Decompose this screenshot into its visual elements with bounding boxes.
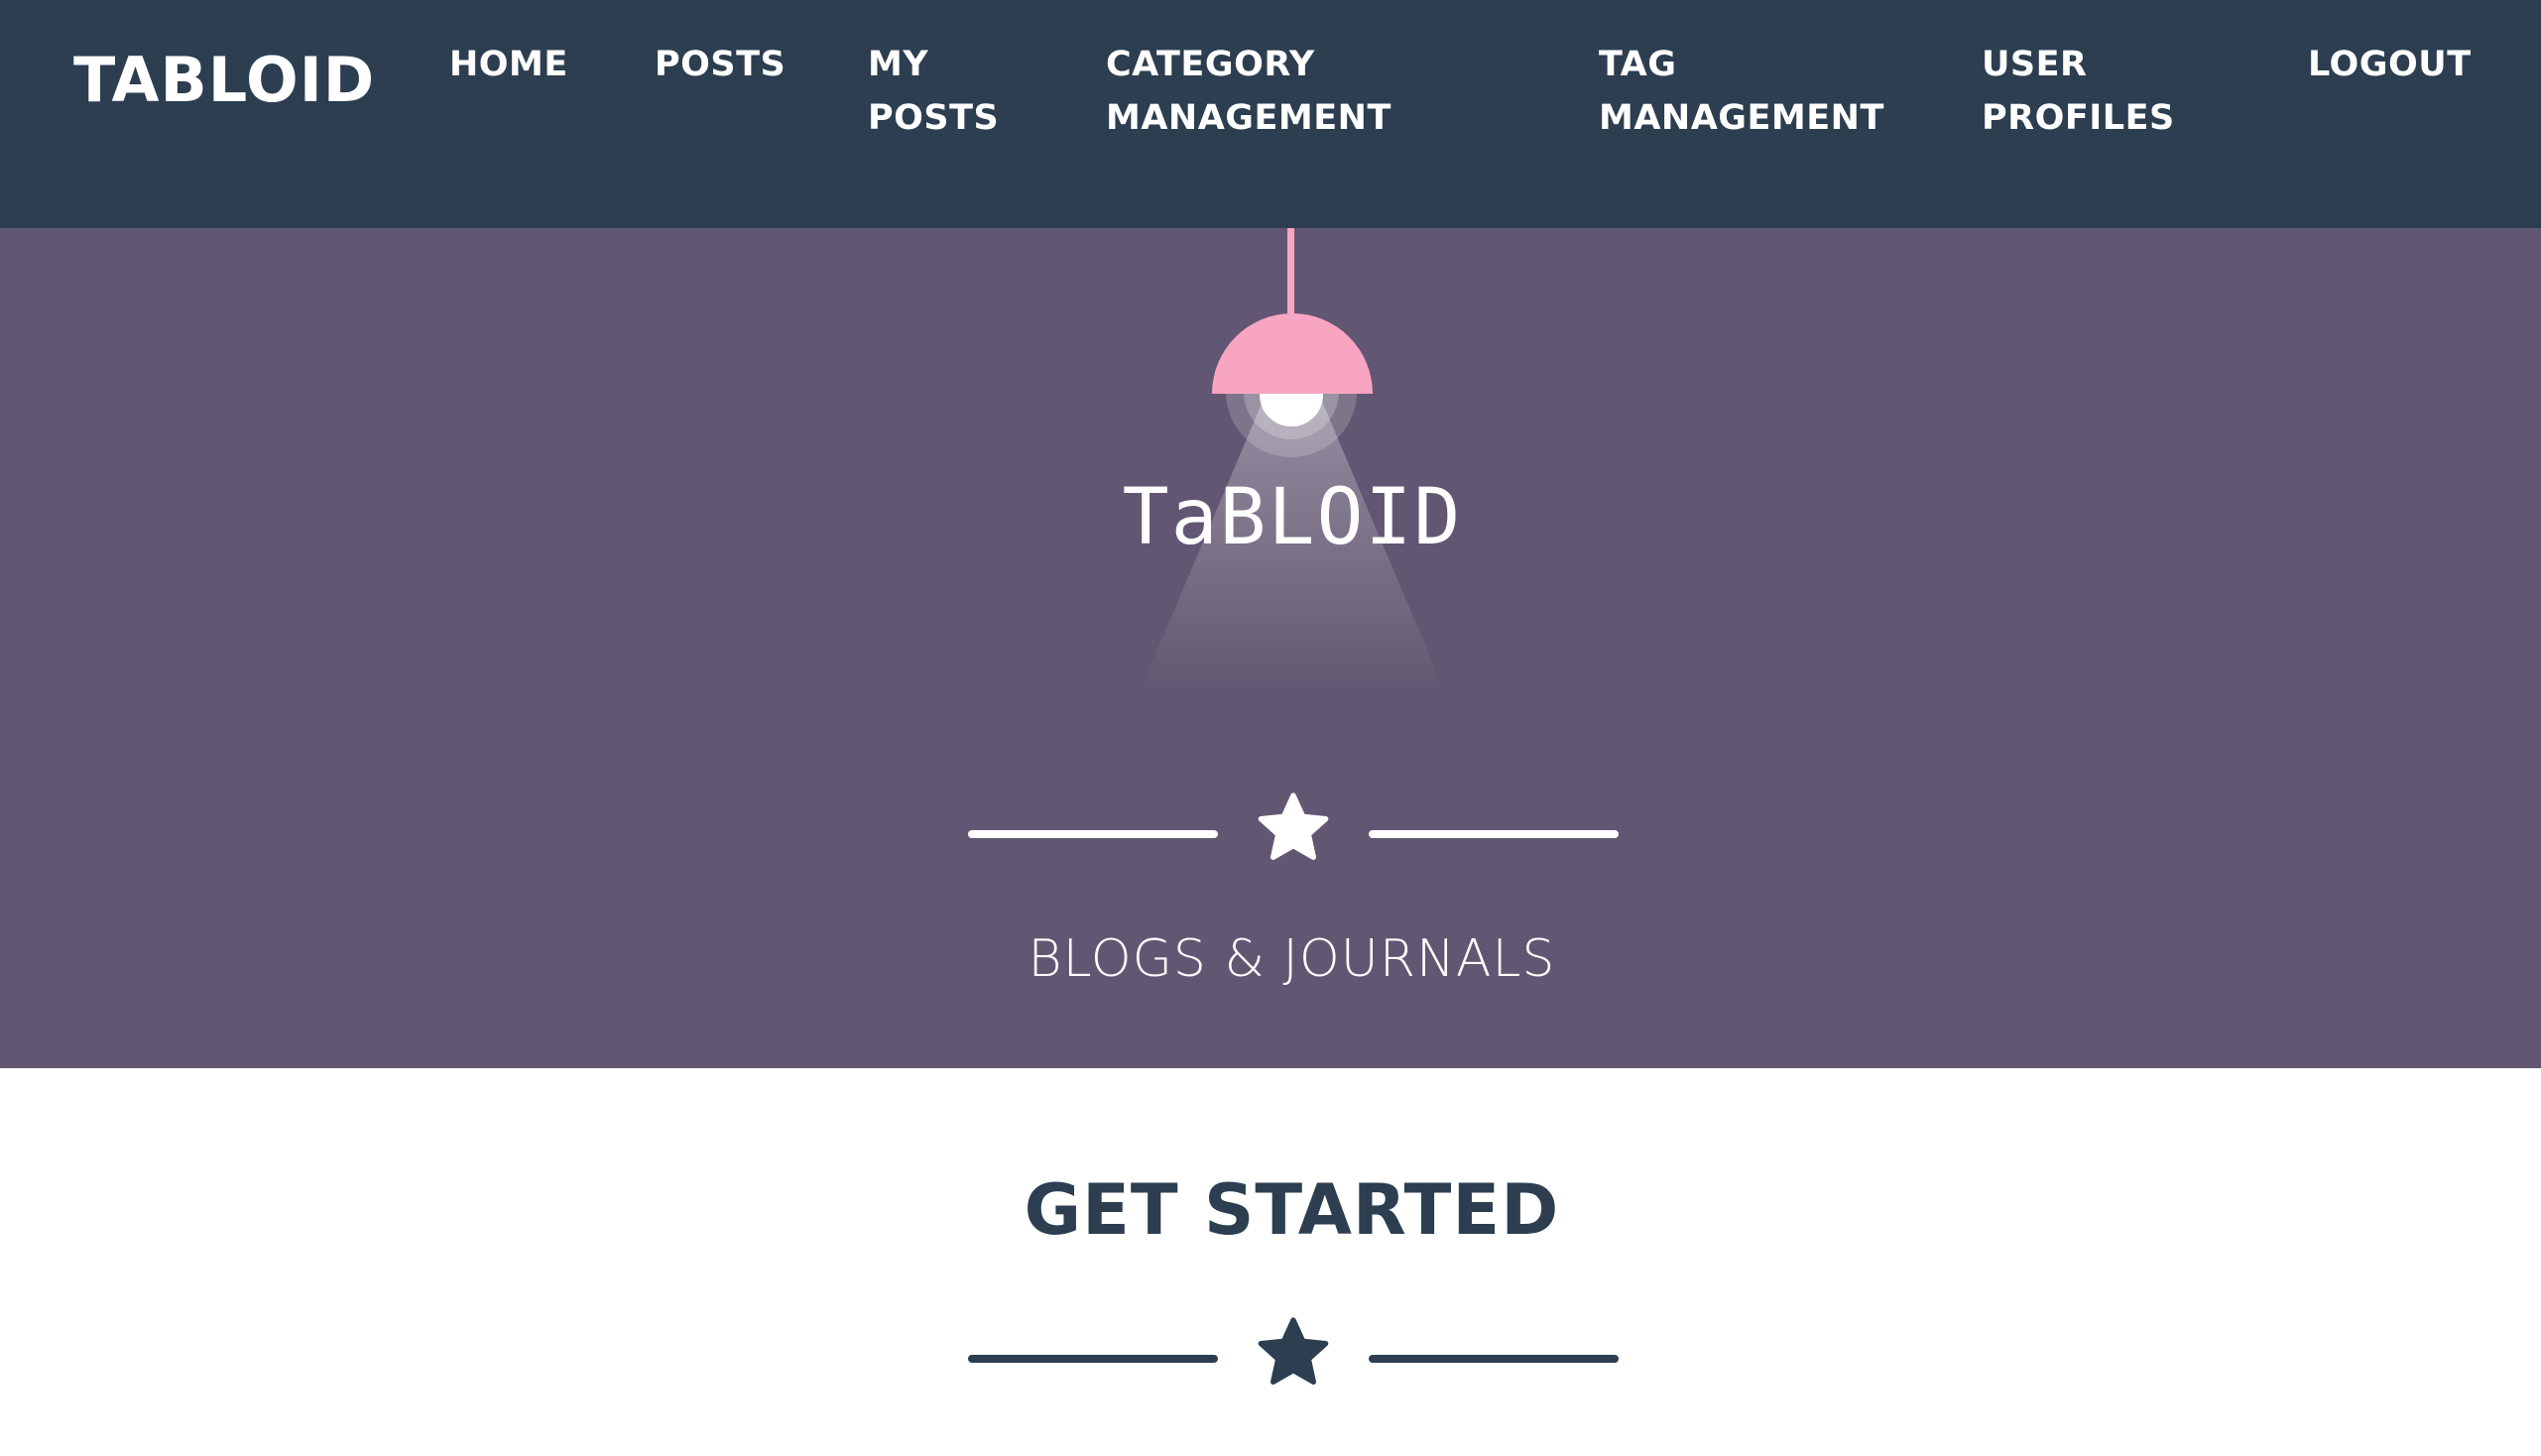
nav-link-logout[interactable]: LOGOUT <box>2308 38 2472 91</box>
divider-line-left <box>968 830 1218 838</box>
section-divider <box>968 1314 1619 1403</box>
nav-link-tag-management[interactable]: TAG MANAGEMENT <box>1599 38 1884 145</box>
lamp-icon: TaBLOID <box>1123 228 1463 694</box>
section-heading: GET STARTED <box>1024 1169 1560 1251</box>
nav-link-category-management[interactable]: CATEGORY MANAGEMENT <box>1106 38 1392 145</box>
divider-line-right <box>1369 1355 1619 1363</box>
lamp-logo-text: TaBLOID <box>1123 473 1463 562</box>
brand-logo-link[interactable]: TABLOID <box>73 50 375 111</box>
divider-line-right <box>1369 830 1619 838</box>
star-icon <box>1258 1317 1329 1385</box>
divider-line-left <box>968 1355 1218 1363</box>
masthead: TaBLOID BLOGS & JOURNALS <box>0 228 2541 1068</box>
nav-link-posts[interactable]: POSTS <box>655 38 786 91</box>
nav-link-my-posts[interactable]: MY POSTS <box>868 38 999 145</box>
masthead-subtitle: BLOGS & JOURNALS <box>1028 929 1556 989</box>
star-icon <box>1258 792 1329 860</box>
masthead-divider <box>968 789 1619 879</box>
top-navbar: TABLOID HOME POSTS MY POSTS CATEGORY MAN… <box>0 0 2541 228</box>
nav-link-user-profiles[interactable]: USER PROFILES <box>1982 38 2175 145</box>
nav-link-home[interactable]: HOME <box>449 38 568 91</box>
